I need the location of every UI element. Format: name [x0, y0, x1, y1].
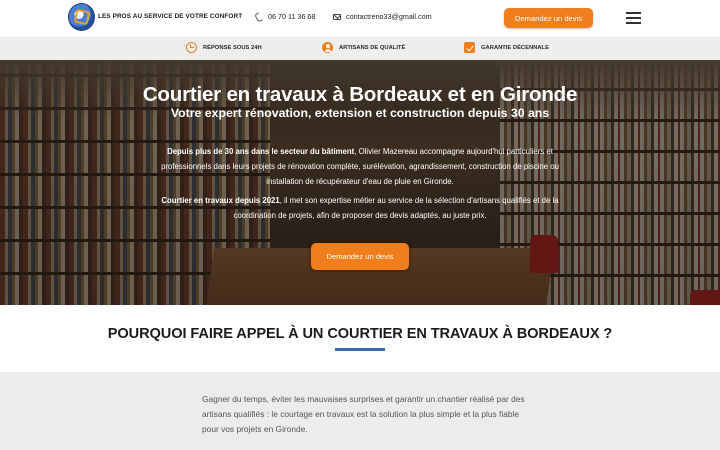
logo-mark — [73, 8, 91, 26]
hero-section: Courtier en travaux à Bordeaux et en Gir… — [0, 60, 720, 305]
site-header: LES PROS AU SERVICE DE VOTRE CONFORT 06 … — [0, 0, 720, 37]
mail-icon — [333, 13, 341, 20]
email-link[interactable]: contactreno33@gmail.com — [333, 12, 432, 21]
why-section: POURQUOI FAIRE APPEL À UN COURTIER EN TR… — [0, 305, 720, 372]
clock-icon — [186, 42, 197, 53]
feature-guarantee: GARANTIE DÉCENNALE — [464, 42, 549, 53]
phone-icon — [255, 13, 263, 21]
tagline: LES PROS AU SERVICE DE VOTRE CONFORT — [98, 13, 243, 20]
feature-response: RÉPONSE SOUS 24H — [186, 42, 262, 53]
email-address: contactreno33@gmail.com — [346, 12, 432, 21]
intro-paragraph: Gagner du temps, éviter les mauvaises su… — [202, 394, 525, 434]
hero-title: Courtier en travaux à Bordeaux et en Gir… — [142, 83, 578, 106]
phone-link[interactable]: 06 70 11 36 68 — [255, 12, 315, 21]
section-title: POURQUOI FAIRE APPEL À UN COURTIER EN TR… — [107, 326, 613, 342]
hero-paragraph-2: Courtier en travaux depuis 2021, il met … — [161, 196, 559, 220]
check-icon — [464, 42, 475, 53]
hero-subtitle: Votre expert rénovation, extension et co… — [170, 106, 550, 120]
hero-paragraph-1: Depuis plus de 30 ans dans le secteur du… — [161, 147, 559, 186]
intro-section: Gagner du temps, éviter les mauvaises su… — [0, 372, 720, 450]
feature-label: GARANTIE DÉCENNALE — [481, 44, 549, 51]
header-quote-button[interactable]: Demandez un devis — [504, 8, 593, 28]
features-bar: RÉPONSE SOUS 24H ARTISANS DE QUALITÉ GAR… — [0, 37, 720, 60]
menu-icon[interactable] — [626, 12, 641, 24]
user-icon — [322, 42, 333, 53]
feature-label: RÉPONSE SOUS 24H — [203, 44, 262, 51]
logo[interactable] — [68, 3, 95, 31]
phone-number: 06 70 11 36 68 — [268, 12, 316, 21]
feature-label: ARTISANS DE QUALITÉ — [339, 44, 406, 51]
feature-artisans: ARTISANS DE QUALITÉ — [322, 42, 405, 53]
hero-quote-button[interactable]: Demandez un devis — [311, 243, 409, 270]
title-underline — [335, 348, 385, 351]
